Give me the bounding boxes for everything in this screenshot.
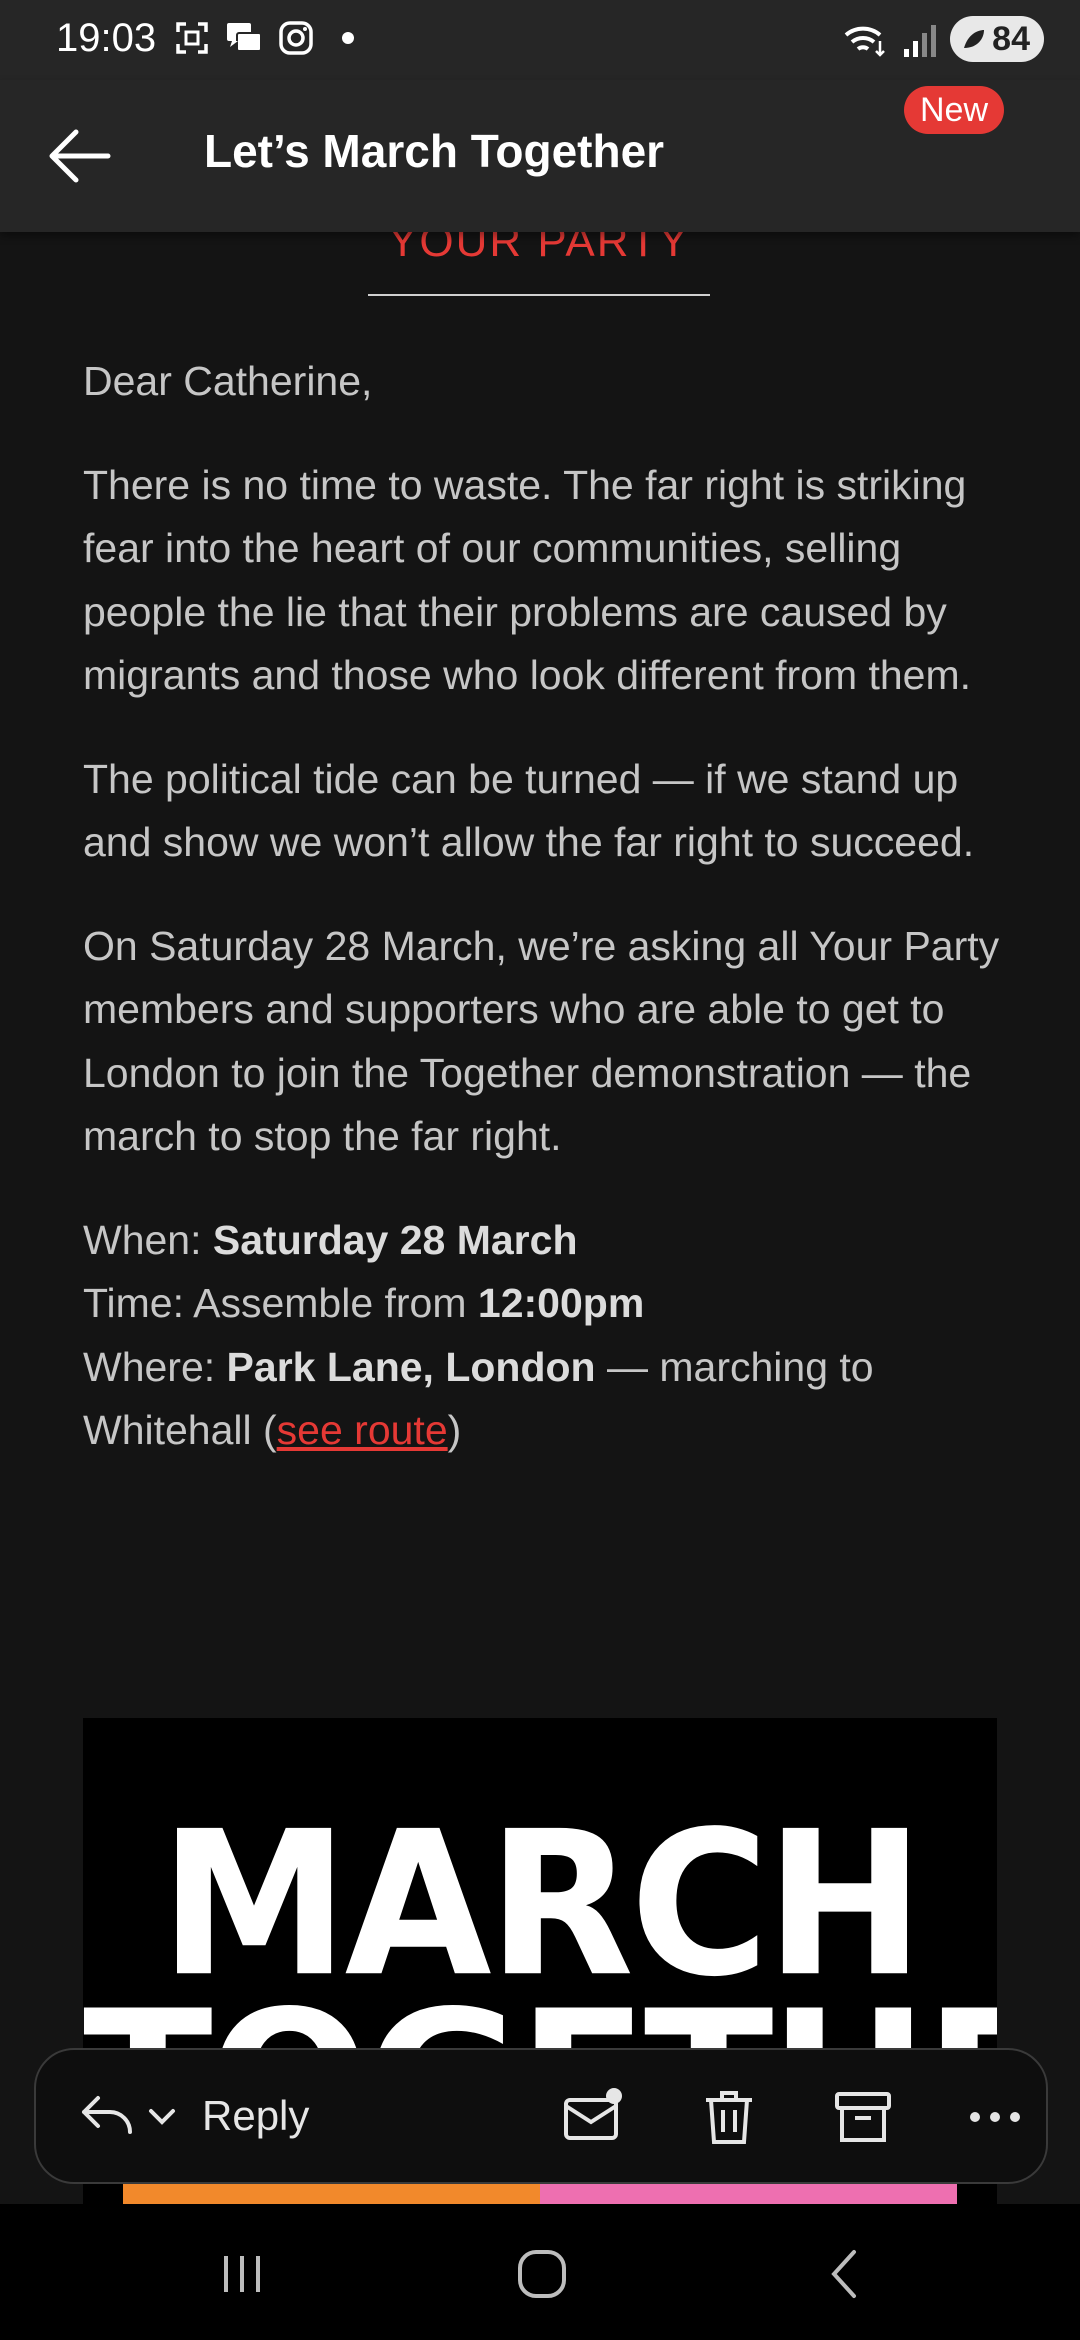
- divider: [368, 294, 710, 296]
- status-time: 19:03: [56, 16, 157, 60]
- new-badge: New: [904, 86, 1005, 134]
- battery-saver-icon: [964, 30, 985, 48]
- back-arrow-icon[interactable]: [40, 126, 116, 186]
- see-route-link[interactable]: see route: [277, 1407, 448, 1453]
- reply-label: Reply: [202, 2092, 310, 2139]
- notification-icons: [172, 18, 354, 58]
- where-close: ): [447, 1407, 462, 1453]
- wifi-icon: [844, 26, 886, 57]
- party-name: YOUR PARTY: [388, 232, 690, 266]
- more-notifications-dot: [342, 32, 354, 44]
- delete-icon[interactable]: [698, 2086, 760, 2148]
- email-action-bar: Reply: [34, 2048, 1048, 2184]
- time-value: 12:00pm: [477, 1280, 645, 1326]
- battery-level: 84: [992, 19, 1030, 58]
- time-label: Time: Assemble from: [83, 1280, 478, 1326]
- paragraph-1: There is no time to waste. The far right…: [83, 461, 972, 699]
- back-nav-icon[interactable]: [816, 2244, 876, 2304]
- event-details: When: Saturday 28 March Time: Assemble f…: [83, 1209, 1003, 1463]
- screenshot-icon: [176, 22, 208, 54]
- email-body[interactable]: YOUR PARTY Dear Catherine, There is no t…: [0, 232, 1080, 2204]
- email-text: Dear Catherine, There is no time to wast…: [83, 350, 1003, 1503]
- home-icon[interactable]: [512, 2244, 572, 2304]
- chat-icon: [227, 23, 262, 52]
- signal-icon: [904, 25, 937, 57]
- more-options-icon[interactable]: [964, 2086, 1026, 2148]
- party-header: YOUR PARTY: [368, 232, 710, 296]
- when-label: When:: [83, 1216, 213, 1263]
- greeting: Dear Catherine,: [83, 358, 373, 404]
- battery-indicator: 84: [950, 16, 1044, 62]
- where-value: Park Lane, London: [226, 1343, 596, 1390]
- archive-icon[interactable]: [832, 2086, 894, 2148]
- status-bar: 19:03 84: [0, 0, 1080, 80]
- when-value: Saturday 28 March: [212, 1216, 578, 1263]
- chevron-down-icon[interactable]: [146, 2104, 178, 2128]
- recent-apps-icon[interactable]: [212, 2244, 272, 2304]
- email-subject-title: Let’s March Together: [204, 125, 665, 177]
- instagram-icon: [279, 21, 313, 55]
- where-label: Where:: [83, 1343, 227, 1390]
- paragraph-2: The political tide can be turned — if we…: [83, 755, 975, 866]
- system-nav-bar: [0, 2204, 1080, 2340]
- paragraph-3: On Saturday 28 March, we’re asking all Y…: [83, 922, 1000, 1160]
- mark-unread-icon[interactable]: [562, 2086, 624, 2148]
- reply-icon: [82, 2096, 132, 2134]
- reply-button[interactable]: Reply: [80, 2086, 309, 2146]
